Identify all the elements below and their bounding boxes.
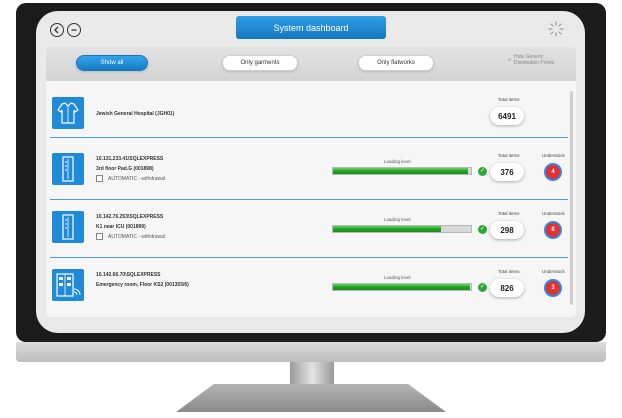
row-divider: [50, 257, 568, 258]
understock-badge[interactable]: 4: [544, 163, 562, 181]
hide-generic-toggle[interactable]: Hide Generic Distribution Points: [508, 54, 555, 66]
automatic-withdrawal-label: AUTOMATIC - withdrawal: [108, 175, 166, 182]
total-items-label: Total items: [498, 269, 520, 274]
scrollbar[interactable]: [570, 91, 573, 305]
unit-ip: 10.142.66.70\SQLEXPRESS: [96, 272, 161, 278]
dispenser-icon: [52, 153, 84, 185]
only-flatworks-button[interactable]: Only flatworks: [358, 55, 434, 71]
checkbox-icon: [96, 233, 103, 240]
total-items-value: 826: [490, 279, 524, 297]
monitor-frame: System dashboard Show all Only garments …: [16, 3, 606, 342]
loading-level-bar: [332, 283, 472, 291]
locker-wifi-icon: [52, 269, 84, 301]
show-all-button[interactable]: Show all: [76, 55, 148, 71]
screen: System dashboard Show all Only garments …: [36, 11, 585, 333]
check-icon: ✓: [478, 283, 487, 292]
unit-ip: 10.131.233.41\SQLEXPRESS: [96, 156, 164, 162]
total-items-label: Total items: [498, 97, 520, 102]
unit-location: K1 near ICU (001899): [96, 224, 146, 230]
check-icon: ✓: [478, 167, 487, 176]
loading-level-fill: [333, 226, 441, 232]
automatic-withdrawal-checkbox[interactable]: AUTOMATIC - withdrawal: [96, 175, 165, 182]
unit-ip: 10.142.76.253\SQLEXPRESS: [96, 214, 164, 220]
check-icon: ✓: [478, 225, 487, 234]
total-items-value: 298: [490, 221, 524, 239]
unit-row[interactable]: 10.131.233.41\SQLEXPRESS 3rd floor Pad.G …: [46, 143, 568, 197]
minus-circle-icon[interactable]: [67, 23, 81, 37]
unit-location: 3rd floor Pad.G (001898): [96, 166, 154, 172]
total-items-label: Total items: [498, 153, 520, 158]
garment-icon: [52, 97, 84, 129]
monitor-stand: [290, 362, 334, 384]
hide-generic-label-2: Distribution Points: [514, 60, 555, 66]
understock-label: Understock: [542, 153, 565, 158]
loading-level-fill: [333, 168, 469, 174]
dispenser-icon: [52, 211, 84, 243]
loading-level-label: Loading level: [384, 159, 411, 164]
loading-level-bar: [332, 225, 472, 233]
radio-dot-icon: [508, 58, 511, 61]
monitor-base: [176, 384, 446, 412]
automatic-withdrawal-label: AUTOMATIC - withdrawal: [108, 233, 166, 240]
only-garments-button[interactable]: Only garments: [222, 55, 298, 71]
hospital-name: Jewish General Hospital (JGH01): [96, 111, 175, 117]
loading-level-fill: [333, 284, 470, 290]
checkbox-icon: [96, 175, 103, 182]
unit-row[interactable]: 10.142.66.70\SQLEXPRESS Emergency room, F…: [46, 259, 568, 313]
automatic-withdrawal-checkbox[interactable]: AUTOMATIC - withdrawal: [96, 233, 165, 240]
loading-level-bar: [332, 167, 472, 175]
understock-label: Understock: [542, 211, 565, 216]
back-circle-icon[interactable]: [50, 23, 64, 37]
spinner-icon: [548, 21, 564, 37]
understock-badge[interactable]: 3: [544, 279, 562, 297]
total-items-value: 6491: [490, 107, 524, 125]
loading-level-label: Loading level: [384, 275, 411, 280]
loading-level-label: Loading level: [384, 217, 411, 222]
monitor-chin: [16, 342, 606, 362]
total-items-value: 376: [490, 163, 524, 181]
total-items-label: Total items: [498, 211, 520, 216]
row-divider: [50, 137, 568, 138]
filter-bar: Show all Only garments Only flatworks Hi…: [46, 47, 576, 81]
page-title: System dashboard: [236, 16, 386, 39]
unit-location: Emergency room, Floor KS2 (001355/6): [96, 282, 189, 288]
understock-badge[interactable]: 8: [544, 221, 562, 239]
understock-label: Understock: [542, 269, 565, 274]
row-divider: [50, 199, 568, 200]
unit-row[interactable]: 10.142.76.253\SQLEXPRESS K1 near ICU (001…: [46, 201, 568, 255]
dashboard-panel: Show all Only garments Only flatworks Hi…: [46, 47, 576, 317]
